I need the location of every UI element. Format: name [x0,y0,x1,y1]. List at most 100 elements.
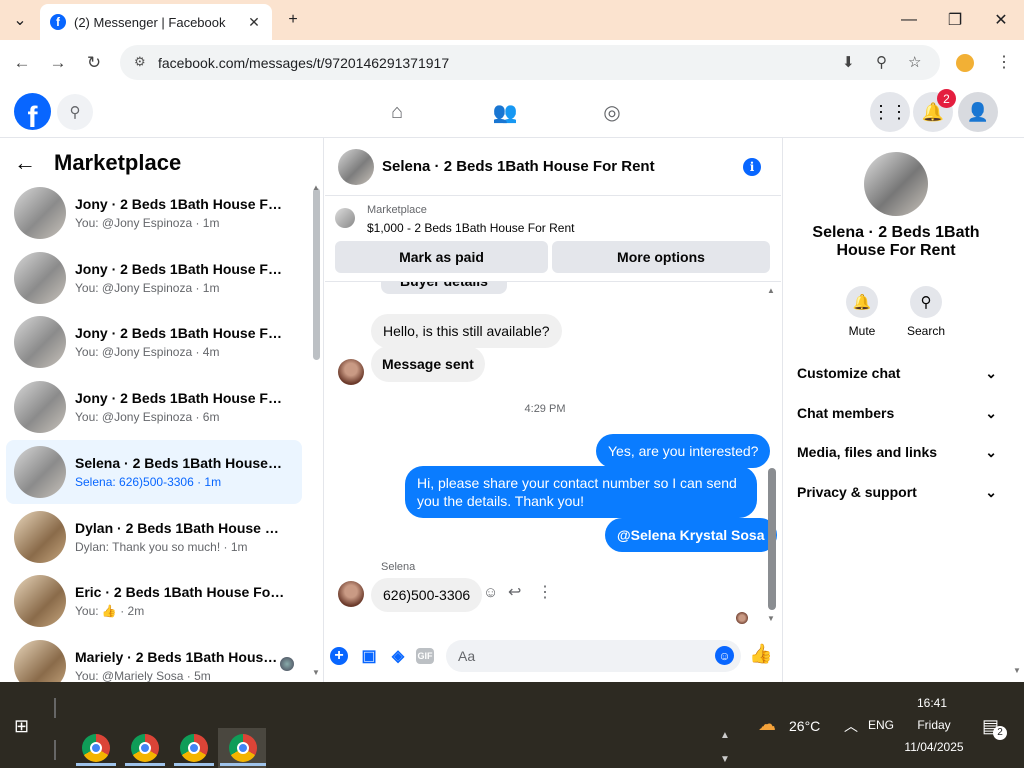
search-button[interactable]: ⚲ Search [896,286,956,338]
message-input[interactable]: Aa [446,640,741,672]
search-icon[interactable]: ⚲ [57,94,93,130]
chrome-icon-active[interactable] [229,734,257,762]
weather-icon[interactable]: ☁ [758,714,776,735]
sticker-icon[interactable]: ◈ [388,646,408,666]
url-text: facebook.com/messages/t/9720146291371917 [158,54,450,71]
conversation-item-selected[interactable]: Selena · 2 Beds 1Bath House For... Selena… [6,440,302,504]
scroll-up-icon[interactable]: ▲ [312,183,320,192]
conversation-item[interactable]: Dylan · 2 Beds 1Bath House For ... Dylan:… [6,506,302,568]
like-thumb-icon[interactable]: 👍 [749,644,773,665]
address-bar[interactable]: ⚙ facebook.com/messages/t/97201462913719… [120,45,940,80]
back-icon[interactable]: ← [7,48,37,78]
bookmark-star-icon[interactable]: ☆ [908,53,921,71]
section-label: Chat members [797,405,895,421]
taskbar-scroll-down-icon[interactable]: ▼ [720,754,730,765]
clock-time[interactable]: 16:41 [905,696,959,710]
sidebar-scrollbar[interactable] [313,188,320,360]
close-tab-icon[interactable]: ✕ [246,14,262,31]
conversation-item[interactable]: Jony · 2 Beds 1Bath House For R... You: @… [6,376,302,438]
mute-button[interactable]: 🔔 Mute [832,286,892,338]
conversation-name: Jony · 2 Beds 1Bath House For R... [75,261,285,277]
conversation-preview: Dylan: Thank you so much! · 1m [75,540,248,554]
message-bubble-incoming: Message sent [371,346,485,382]
chat-scroll-down-icon[interactable]: ▼ [767,614,775,623]
mark-as-paid-button[interactable]: Mark as paid [335,241,548,273]
gif-icon[interactable]: GIF [416,648,434,664]
site-info-icon[interactable]: ⚙ [134,54,146,70]
info-icon[interactable]: i [743,158,761,176]
sender-avatar[interactable] [338,581,364,607]
account-avatar-icon[interactable]: 👤 [958,92,998,132]
browser-menu-icon[interactable]: ⋮ [996,52,1012,72]
chat-members-row[interactable]: Chat members ⌄ [797,405,997,422]
chrome-icon[interactable] [82,734,110,762]
conversation-preview: You: @Jony Espinoza · 1m [75,281,220,295]
message-composer: + ▣ ◈ GIF Aa ☺ 👍 [325,632,781,682]
sidebar-header: ← Marketplace [14,150,181,176]
chat-avatar[interactable] [338,148,374,185]
page-scroll-down-icon[interactable]: ▼ [1013,666,1021,675]
search-label: Search [906,324,946,338]
customize-chat-row[interactable]: Customize chat ⌄ [797,365,997,382]
mention-bubble[interactable]: @Selena Krystal Sosa [605,518,777,552]
browser-tab[interactable]: f (2) Messenger | Facebook ✕ [40,4,272,40]
listing-title[interactable]: $1,000 - 2 Beds 1Bath House For Rent [367,221,574,235]
conversation-item[interactable]: Jony · 2 Beds 1Bath House For R... You: @… [6,311,302,373]
chat-scrollbar[interactable] [768,468,776,610]
back-arrow-icon[interactable]: ← [14,150,38,176]
windows-start-icon[interactable]: ⊞ [14,716,29,737]
tab-search-icon[interactable]: ⌄ [0,0,40,40]
friends-icon[interactable]: 👥 [491,98,519,126]
profile-avatar-icon[interactable] [956,54,974,72]
listing-thumbnail[interactable] [335,208,355,228]
sender-avatar[interactable] [338,359,364,385]
media-files-row[interactable]: Media, files and links ⌄ [797,444,997,461]
conversation-name: Dylan · 2 Beds 1Bath House For ... [75,520,285,536]
divider [54,740,56,760]
zoom-icon[interactable]: ⚲ [876,53,887,71]
react-emoji-icon[interactable]: ☺ [483,584,498,601]
scroll-down-icon[interactable]: ▼ [312,668,320,677]
photo-icon[interactable]: ▣ [359,646,379,666]
conversation-item[interactable]: Jony · 2 Beds 1Bath House For R... You: @… [6,182,302,244]
groups-icon[interactable]: ◎ [598,98,626,126]
chat-title[interactable]: Selena · 2 Beds 1Bath House For Rent [382,158,655,175]
conversation-avatar [14,381,66,433]
forward-icon[interactable]: → [43,48,73,78]
conversation-item[interactable]: Mariely · 2 Beds 1Bath House ... You: @Ma… [6,635,302,682]
conversation-item[interactable]: Jony · 2 Beds 1Bath House For R... You: @… [6,247,302,309]
chat-scroll-up-icon[interactable]: ▲ [767,286,775,295]
conversation-item[interactable]: Eric · 2 Beds 1Bath House For Rent You: 👍… [6,570,302,632]
reply-icon[interactable]: ↩ [508,582,521,602]
temperature[interactable]: 26°C [789,718,820,734]
search-icon: ⚲ [910,286,942,318]
new-tab-icon[interactable]: + [270,0,316,40]
chat-header: Selena · 2 Beds 1Bath House For Rent i [325,138,781,196]
chrome-icon[interactable] [131,734,159,762]
minimize-icon[interactable]: — [886,0,932,40]
emoji-icon[interactable]: ☺ [715,646,734,665]
more-actions-icon[interactable]: ⋮ [537,582,553,602]
chat-pane: Selena · 2 Beds 1Bath House For Rent i M… [325,138,781,682]
more-options-button[interactable]: More options [552,241,770,273]
menu-grid-icon[interactable]: ⋮⋮ [870,92,910,132]
message-timestamp: 4:29 PM [524,403,566,415]
profile-avatar[interactable] [864,152,928,216]
install-app-icon[interactable]: ⬇ [842,53,855,71]
conversation-preview: Selena: 626)500-3306 · 1m [75,475,222,489]
reload-icon[interactable]: ↻ [79,48,109,78]
browser-titlebar: ⌄ f (2) Messenger | Facebook ✕ + — ❐ ✕ [0,0,1024,40]
home-icon[interactable]: ⌂ [383,98,411,126]
close-window-icon[interactable]: ✕ [978,0,1024,40]
chevron-down-icon: ⌄ [985,484,997,500]
add-plus-icon[interactable]: + [330,647,348,665]
restore-icon[interactable]: ❐ [932,0,978,40]
language-indicator[interactable]: ENG [868,718,894,732]
taskbar-scroll-up-icon[interactable]: ▲ [720,730,730,741]
conversation-name: Jony · 2 Beds 1Bath House For R... [75,390,285,406]
privacy-support-row[interactable]: Privacy & support ⌄ [797,484,997,501]
conversation-name: Mariely · 2 Beds 1Bath House ... [75,649,285,665]
chrome-icon[interactable] [180,734,208,762]
tray-chevron-up-icon[interactable]: ︿ [844,716,858,736]
facebook-logo[interactable]: f [14,93,51,130]
